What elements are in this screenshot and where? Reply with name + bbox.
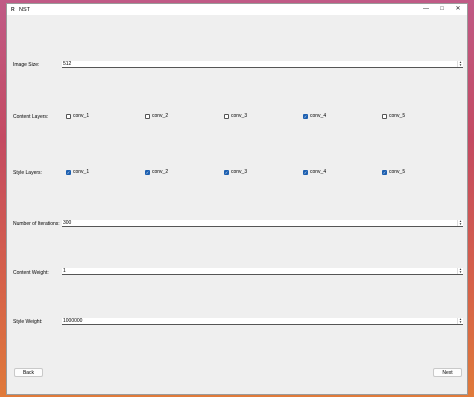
spin-down-icon[interactable]: ▼ bbox=[459, 271, 462, 274]
checkmark-icon[interactable]: ✓ bbox=[66, 169, 71, 175]
checkbox-label: conv_5 bbox=[389, 113, 406, 119]
image-size-input[interactable]: 512 ▲ ▼ bbox=[62, 61, 463, 68]
checkmark-icon[interactable]: ✓ bbox=[382, 169, 387, 175]
checkbox-label: conv_2 bbox=[152, 113, 169, 119]
iterations-label: Number of Iterations: bbox=[13, 221, 60, 227]
content-layer-checkbox-conv-2[interactable]: conv_2 bbox=[145, 113, 168, 119]
style-layer-checkbox-conv-2[interactable]: ✓ conv_2 bbox=[145, 169, 168, 175]
checkbox-box[interactable] bbox=[66, 113, 71, 119]
style-layer-checkbox-conv-4[interactable]: ✓ conv_4 bbox=[303, 169, 326, 175]
iterations-value: 300 bbox=[63, 220, 72, 226]
spin-down-icon[interactable]: ▼ bbox=[459, 223, 462, 226]
style-layer-checkbox-conv-3[interactable]: ✓ conv_3 bbox=[224, 169, 247, 175]
checkbox-box[interactable] bbox=[382, 113, 387, 119]
spin-down-icon[interactable]: ▼ bbox=[459, 64, 462, 67]
app-icon: R bbox=[11, 7, 15, 13]
style-weight-input[interactable]: 1000000 ▲ ▼ bbox=[62, 318, 463, 325]
content-layers-label: Content Layers: bbox=[13, 114, 49, 120]
style-layer-checkbox-conv-1[interactable]: ✓ conv_1 bbox=[66, 169, 89, 175]
app-window: R NST — □ ✕ Image Size: 512 ▲ ▼ Content L… bbox=[6, 3, 468, 395]
image-size-spinner[interactable]: ▲ ▼ bbox=[457, 61, 463, 67]
content-layer-checkbox-conv-1[interactable]: conv_1 bbox=[66, 113, 89, 119]
content-weight-value: 1 bbox=[63, 268, 66, 274]
next-button[interactable]: Next bbox=[433, 368, 462, 377]
image-size-value: 512 bbox=[63, 61, 72, 67]
style-weight-label: Style Weight: bbox=[13, 319, 43, 325]
checkbox-box[interactable] bbox=[145, 113, 150, 119]
iterations-input[interactable]: 300 ▲ ▼ bbox=[62, 220, 463, 227]
style-layer-checkbox-conv-5[interactable]: ✓ conv_5 bbox=[382, 169, 405, 175]
checkmark-icon[interactable]: ✓ bbox=[303, 169, 308, 175]
close-icon[interactable]: ✕ bbox=[449, 5, 467, 14]
title-bar[interactable]: R NST — □ ✕ bbox=[7, 4, 467, 15]
window-title: NST bbox=[19, 7, 30, 13]
style-weight-spinner[interactable]: ▲ ▼ bbox=[457, 318, 463, 324]
checkbox-label: conv_2 bbox=[152, 169, 169, 175]
spin-down-icon[interactable]: ▼ bbox=[459, 321, 462, 324]
checkmark-icon[interactable]: ✓ bbox=[145, 169, 150, 175]
checkmark-icon[interactable]: ✓ bbox=[224, 169, 229, 175]
checkbox-label: conv_5 bbox=[389, 169, 406, 175]
checkbox-box[interactable] bbox=[224, 113, 229, 119]
content-layer-checkbox-conv-5[interactable]: conv_5 bbox=[382, 113, 405, 119]
content-layer-checkbox-conv-3[interactable]: conv_3 bbox=[224, 113, 247, 119]
checkbox-label: conv_4 bbox=[310, 169, 327, 175]
image-size-label: Image Size: bbox=[13, 62, 40, 68]
content-weight-spinner[interactable]: ▲ ▼ bbox=[457, 268, 463, 274]
style-layers-label: Style Layers: bbox=[13, 170, 42, 176]
style-weight-value: 1000000 bbox=[63, 318, 83, 324]
checkbox-label: conv_1 bbox=[73, 113, 90, 119]
checkbox-label: conv_4 bbox=[310, 113, 327, 119]
checkbox-label: conv_3 bbox=[231, 113, 248, 119]
iterations-spinner[interactable]: ▲ ▼ bbox=[457, 220, 463, 226]
content-weight-label: Content Weight: bbox=[13, 270, 49, 276]
back-button[interactable]: Back bbox=[14, 368, 43, 377]
content-layer-checkbox-conv-4[interactable]: ✓ conv_4 bbox=[303, 113, 326, 119]
checkbox-label: conv_1 bbox=[73, 169, 90, 175]
checkbox-label: conv_3 bbox=[231, 169, 248, 175]
checkmark-icon[interactable]: ✓ bbox=[303, 113, 308, 119]
content-weight-input[interactable]: 1 ▲ ▼ bbox=[62, 268, 463, 275]
